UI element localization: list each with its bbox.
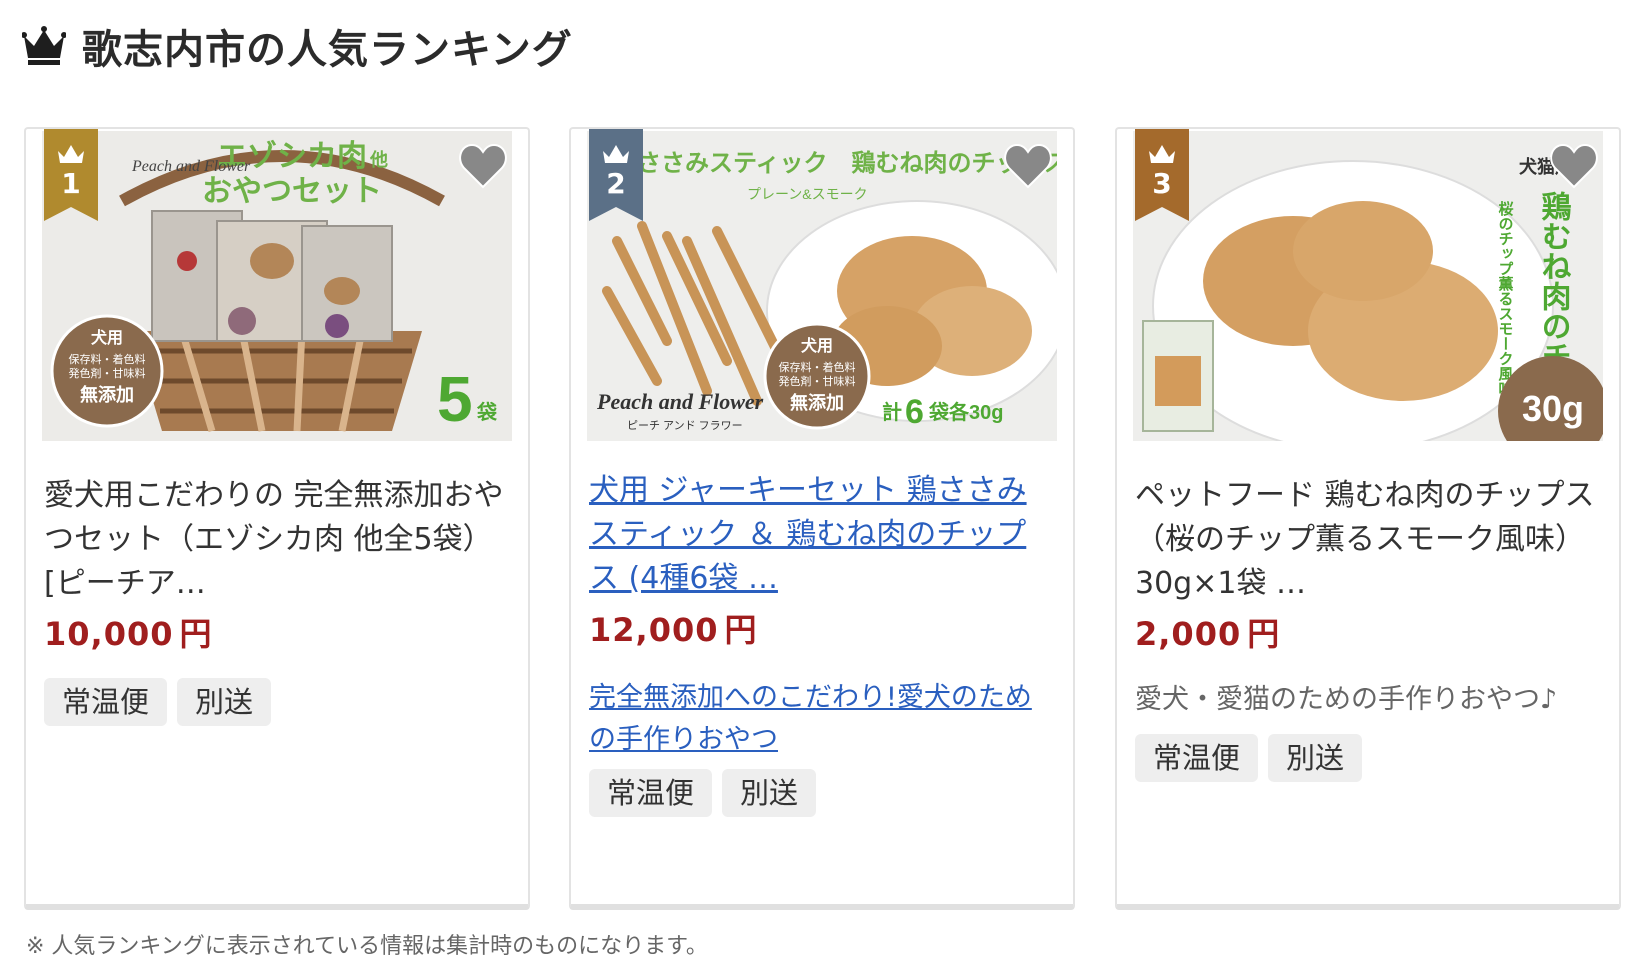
tag-room-temp: 常温便 xyxy=(1135,734,1259,782)
tag-separate: 別送 xyxy=(177,678,272,726)
product-price: 12,000 円 xyxy=(589,611,758,649)
rank-badge: 3 xyxy=(1135,129,1189,221)
shipping-tags: 常温便 別送 xyxy=(589,769,817,817)
product-image[interactable]: ささみスティック 鶏むね肉のチップス プレーン&スモーク 犬用 保存料・着色料 … xyxy=(587,131,1057,441)
catchcopy-link[interactable]: 完全無添加へのこだわり!愛犬のための手作りおやつ xyxy=(589,677,1049,761)
svg-text:保存料・着色料: 保存料・着色料 xyxy=(779,360,856,374)
svg-text:桜のチップ薫るスモーク風味: 桜のチップ薫るスモーク風味 xyxy=(1497,200,1514,397)
shipping-tags: 常温便 別送 xyxy=(44,678,272,726)
svg-text:保存料・着色料: 保存料・着色料 xyxy=(69,352,146,366)
svg-text:袋各30g: 袋各30g xyxy=(928,400,1003,424)
shipping-tags: 常温便 別送 xyxy=(1135,734,1363,782)
rank-number: 3 xyxy=(1152,167,1172,200)
product-image[interactable]: 犬猫用 鶏むね肉のチップス 桜のチップ薫るスモーク風味 30g xyxy=(1133,131,1603,441)
heart-icon[interactable] xyxy=(1549,143,1599,189)
svg-text:ピーチ アンド フラワー: ピーチ アンド フラワー xyxy=(627,419,743,432)
svg-text:30g: 30g xyxy=(1522,388,1584,429)
svg-text:Peach and Flower: Peach and Flower xyxy=(131,158,251,175)
tag-room-temp: 常温便 xyxy=(589,769,713,817)
svg-text:他: 他 xyxy=(369,149,388,170)
svg-text:プレーン&スモーク: プレーン&スモーク xyxy=(747,186,868,202)
heart-icon[interactable] xyxy=(1003,143,1053,189)
rank-badge: 1 xyxy=(44,129,98,221)
ranking-card-3[interactable]: 犬猫用 鶏むね肉のチップス 桜のチップ薫るスモーク風味 30g 3 ペットフード… xyxy=(1115,127,1621,910)
svg-text:5: 5 xyxy=(437,363,473,435)
svg-text:犬用: 犬用 xyxy=(801,336,833,355)
svg-text:無添加: 無添加 xyxy=(790,392,844,413)
product-title[interactable]: ペットフード 鶏むね肉のチップス（桜のチップ薫るスモーク風味）30g×1袋 … xyxy=(1135,474,1595,606)
svg-text:袋: 袋 xyxy=(476,400,498,424)
product-title-link[interactable]: 犬用 ジャーキーセット 鶏ささみスティック ＆ 鶏むね肉のチップス (4種6袋 … xyxy=(589,469,1049,601)
rank-badge: 2 xyxy=(589,129,643,221)
heart-icon[interactable] xyxy=(458,143,508,189)
crown-icon xyxy=(22,26,66,65)
svg-text:Peach and Flower: Peach and Flower xyxy=(596,389,764,414)
product-title[interactable]: 愛犬用こだわりの 完全無添加おやつセット（エゾシカ肉 他全5袋）[ピーチア… xyxy=(44,474,504,606)
svg-text:発色剤・甘味料: 発色剤・甘味料 xyxy=(779,374,856,388)
rank-number: 2 xyxy=(606,167,626,200)
image-headline: ささみスティック 鶏むね肉のチップス xyxy=(637,149,1057,177)
ranking-disclaimer: ※ 人気ランキングに表示されている情報は集計時のものになります。 xyxy=(26,934,708,959)
svg-text:計: 計 xyxy=(882,400,902,424)
svg-text:無添加: 無添加 xyxy=(80,384,134,405)
ranking-title: 歌志内市の人気ランキング xyxy=(82,27,573,73)
tag-room-temp: 常温便 xyxy=(44,678,168,726)
product-price: 2,000 円 xyxy=(1135,615,1281,653)
ranking-card-1[interactable]: エゾシカ肉 他 おやつセット Peach and Flower 犬用 保存料・着… xyxy=(24,127,530,910)
product-image[interactable]: エゾシカ肉 他 おやつセット Peach and Flower 犬用 保存料・着… xyxy=(42,131,512,441)
tag-separate: 別送 xyxy=(722,769,817,817)
rank-number: 1 xyxy=(61,167,81,200)
product-price: 10,000 円 xyxy=(44,615,213,653)
svg-text:犬用: 犬用 xyxy=(91,328,123,347)
svg-text:発色剤・甘味料: 発色剤・甘味料 xyxy=(69,366,146,380)
tag-separate: 別送 xyxy=(1268,734,1363,782)
ranking-heading: 歌志内市の人気ランキング xyxy=(22,14,573,78)
svg-text:6: 6 xyxy=(905,393,924,431)
catchcopy: 愛犬・愛猫のための手作りおやつ♪ xyxy=(1135,684,1558,715)
ranking-card-2[interactable]: ささみスティック 鶏むね肉のチップス プレーン&スモーク 犬用 保存料・着色料 … xyxy=(569,127,1075,910)
svg-text:おやつセット: おやつセット xyxy=(202,175,382,208)
